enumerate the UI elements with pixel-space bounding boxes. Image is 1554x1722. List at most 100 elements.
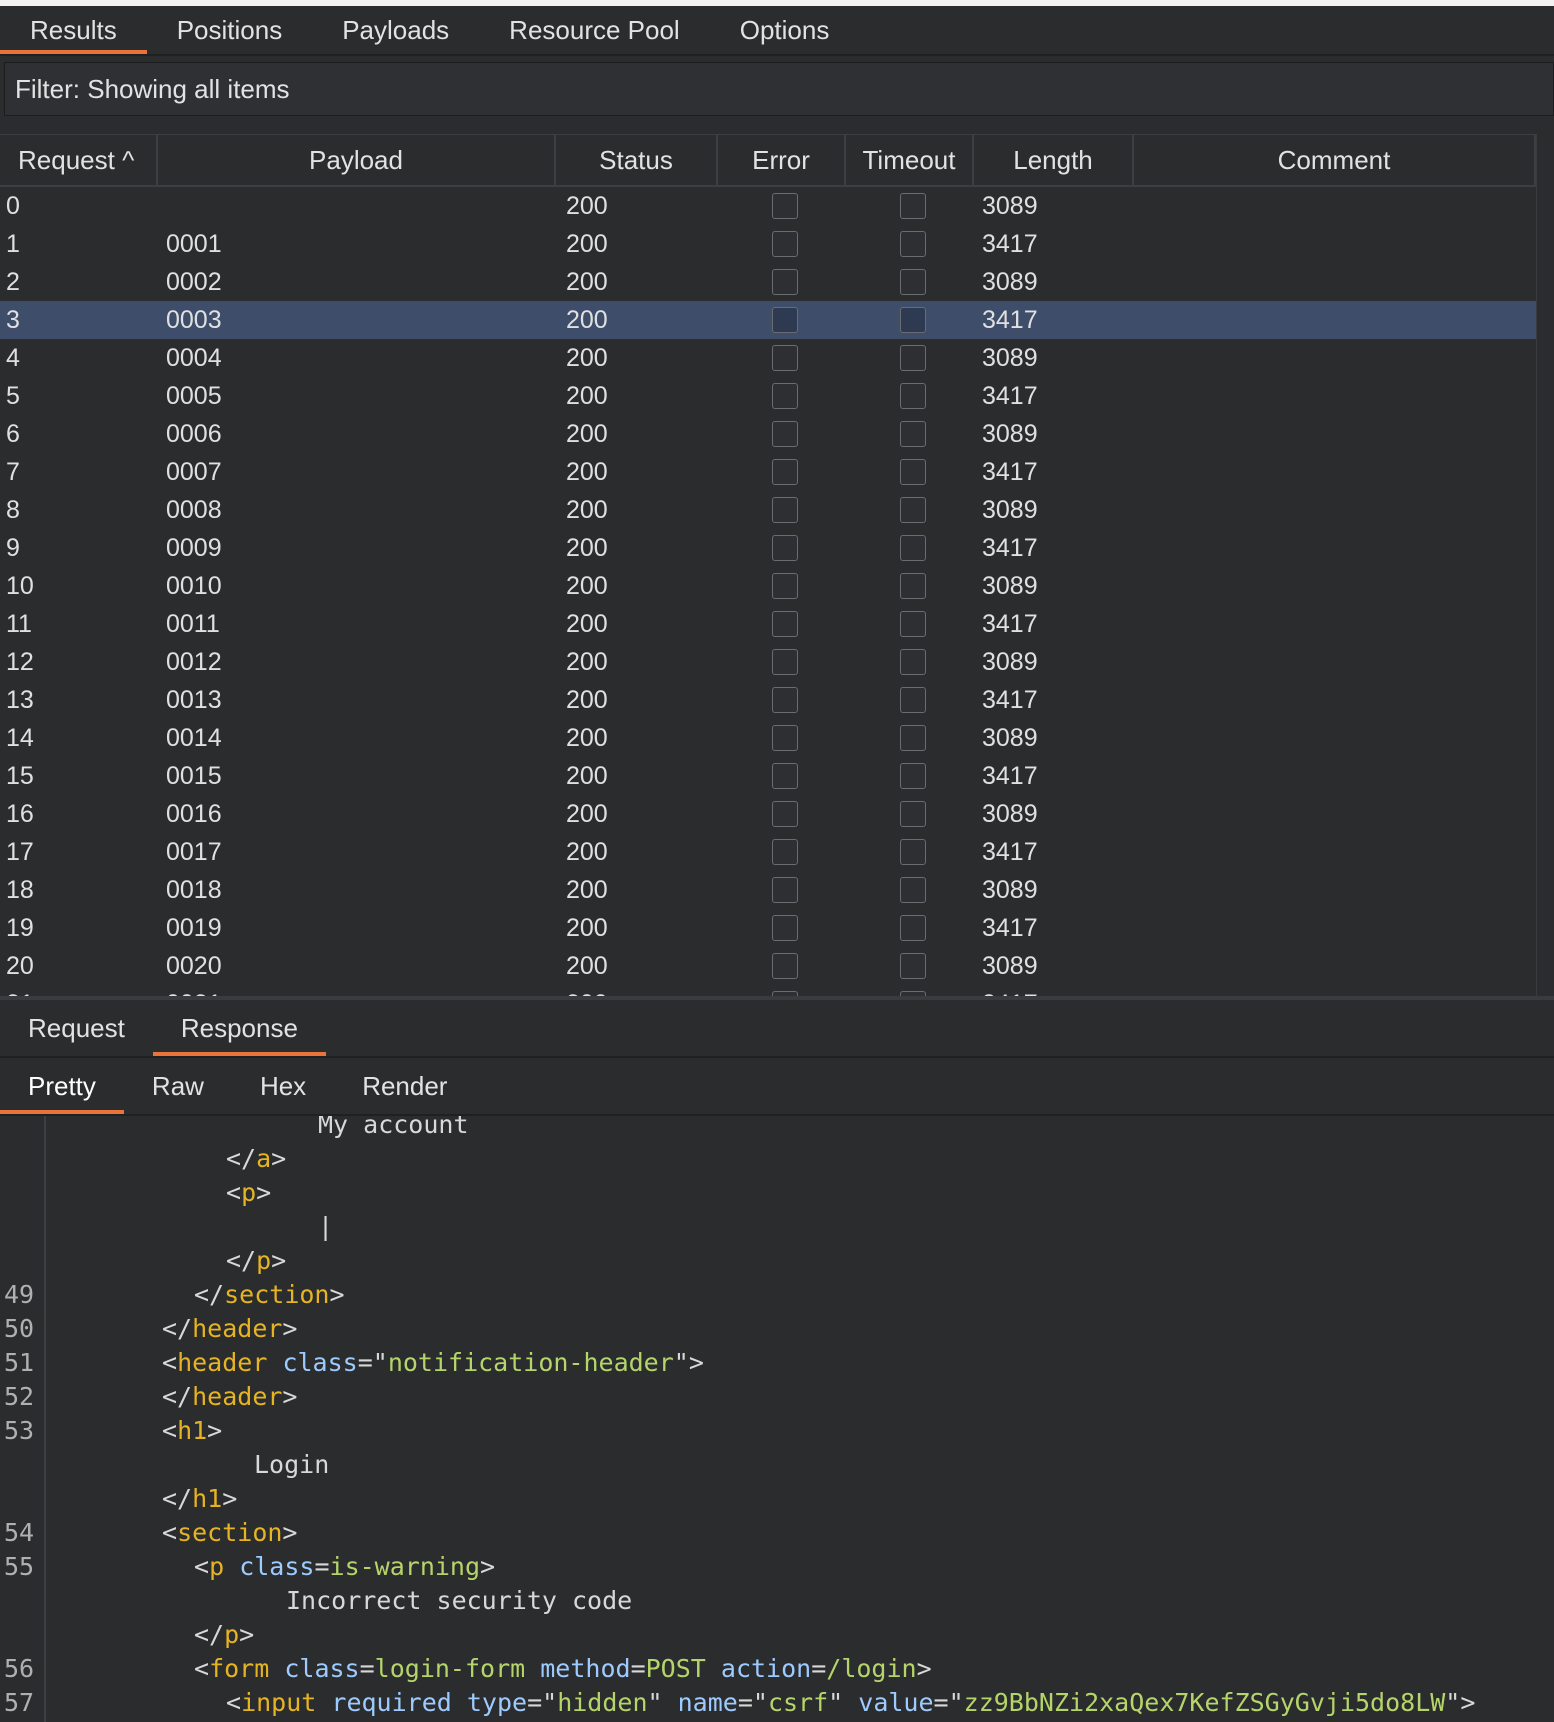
tab-raw[interactable]: Raw — [124, 1058, 232, 1114]
tab-render[interactable]: Render — [334, 1058, 475, 1114]
code-token-punc — [525, 1654, 540, 1683]
cell-length: 3417 — [982, 381, 1038, 410]
cell-error — [772, 491, 798, 529]
cell-error — [772, 339, 798, 377]
cell-length: 3417 — [982, 685, 1038, 714]
tab-request[interactable]: Request — [0, 1000, 153, 1056]
cell-status: 200 — [566, 761, 608, 790]
table-row[interactable]: 9 0009 200 3417 — [0, 529, 1536, 567]
cell-request: 14 — [6, 723, 34, 752]
code-token-str: login-form — [374, 1654, 526, 1683]
tab-results[interactable]: Results — [0, 6, 147, 54]
column-header-request[interactable]: Request ^ — [0, 135, 158, 185]
tab-hex[interactable]: Hex — [232, 1058, 334, 1114]
column-header-error[interactable]: Error — [718, 135, 846, 185]
table-scrollbar[interactable] — [1536, 134, 1554, 996]
error-checkbox — [772, 839, 798, 865]
cell-timeout — [900, 757, 926, 795]
table-row[interactable]: 2 0002 200 3089 — [0, 263, 1536, 301]
line-number: 52 — [4, 1382, 35, 1411]
cell-request: 15 — [6, 761, 34, 790]
cell-request: 19 — [6, 913, 34, 942]
code-token-tag: header — [177, 1348, 268, 1377]
table-row[interactable]: 18 0018 200 3089 — [0, 871, 1536, 909]
code-token-attr: class — [284, 1654, 360, 1683]
cell-length: 3417 — [982, 761, 1038, 790]
code-line: 53 <h1> — [0, 1414, 1554, 1448]
cell-length: 3089 — [982, 343, 1038, 372]
table-row[interactable]: 7 0007 200 3417 — [0, 453, 1536, 491]
timeout-checkbox — [900, 231, 926, 257]
timeout-checkbox — [900, 269, 926, 295]
code-token-attr: action — [720, 1654, 812, 1683]
timeout-checkbox — [900, 611, 926, 637]
code-token-tag: header — [192, 1382, 283, 1411]
tab-payloads[interactable]: Payloads — [312, 6, 479, 54]
response-editor[interactable]: My account </a> <p> | </p> 49 </section> 50 </he… — [0, 1116, 1554, 1722]
cell-timeout — [900, 187, 926, 225]
tab-pretty[interactable]: Pretty — [0, 1058, 124, 1114]
table-row[interactable]: 5 0005 200 3417 — [0, 377, 1536, 415]
table-row[interactable]: 16 0016 200 3089 — [0, 795, 1536, 833]
cell-error — [772, 833, 798, 871]
cell-payload: 0012 — [166, 647, 222, 676]
tab-positions[interactable]: Positions — [147, 6, 313, 54]
line-number: 55 — [4, 1552, 35, 1581]
cell-status: 200 — [566, 723, 608, 752]
code-token-tag: a — [256, 1144, 272, 1173]
error-checkbox — [772, 687, 798, 713]
cell-length: 3417 — [982, 229, 1038, 258]
code-token-punc: > — [916, 1654, 932, 1683]
line-number: 57 — [4, 1688, 35, 1717]
code-token-attr: required — [331, 1688, 452, 1717]
table-row[interactable]: 17 0017 200 3417 — [0, 833, 1536, 871]
cell-timeout — [900, 643, 926, 681]
column-header-status[interactable]: Status — [556, 135, 718, 185]
table-row[interactable]: 8 0008 200 3089 — [0, 491, 1536, 529]
cell-error — [772, 567, 798, 605]
error-checkbox — [772, 307, 798, 333]
column-header-payload[interactable]: Payload — [158, 135, 556, 185]
cell-payload: 0020 — [166, 951, 222, 980]
line-number: 49 — [4, 1280, 35, 1309]
table-row[interactable]: 6 0006 200 3089 — [0, 415, 1536, 453]
code-token-tag: p — [241, 1178, 257, 1207]
filter-bar[interactable]: Filter: Showing all items — [4, 62, 1554, 116]
table-row[interactable]: 1 0001 200 3417 — [0, 225, 1536, 263]
code-line: Login — [0, 1448, 1554, 1482]
code-token-punc: > — [282, 1382, 298, 1411]
table-row[interactable]: 10 0010 200 3089 — [0, 567, 1536, 605]
cell-length: 3089 — [982, 875, 1038, 904]
code-token-tag: form — [209, 1654, 270, 1683]
cell-payload: 0002 — [166, 267, 222, 296]
tab-options[interactable]: Options — [710, 6, 860, 54]
column-header-timeout[interactable]: Timeout — [846, 135, 974, 185]
cell-payload: 0009 — [166, 533, 222, 562]
table-row[interactable]: 20 0020 200 3089 — [0, 947, 1536, 985]
column-header-comment[interactable]: Comment — [1134, 135, 1536, 185]
table-row[interactable]: 0 200 3089 — [0, 187, 1536, 225]
code-token-punc: = — [314, 1552, 330, 1581]
cell-length: 3089 — [982, 799, 1038, 828]
tab-resource-pool[interactable]: Resource Pool — [479, 6, 710, 54]
table-row[interactable]: 14 0014 200 3089 — [0, 719, 1536, 757]
column-header-length[interactable]: Length — [974, 135, 1134, 185]
code-line: 49 </section> — [0, 1278, 1554, 1312]
error-checkbox — [772, 725, 798, 751]
timeout-checkbox — [900, 421, 926, 447]
table-row[interactable]: 4 0004 200 3089 — [0, 339, 1536, 377]
table-row[interactable]: 13 0013 200 3417 — [0, 681, 1536, 719]
table-row[interactable]: 12 0012 200 3089 — [0, 643, 1536, 681]
table-row[interactable]: 3 0003 200 3417 — [0, 301, 1536, 339]
tab-response[interactable]: Response — [152, 1000, 326, 1056]
cell-status: 200 — [566, 875, 608, 904]
cell-status: 200 — [566, 951, 608, 980]
table-row[interactable]: 19 0019 200 3417 — [0, 909, 1536, 947]
table-row[interactable]: 11 0011 200 3417 — [0, 605, 1536, 643]
code-text: </p> — [194, 1618, 254, 1652]
table-row[interactable]: 15 0015 200 3417 — [0, 757, 1536, 795]
code-token-tag: p — [256, 1246, 272, 1275]
cell-timeout — [900, 415, 926, 453]
cell-status: 200 — [566, 419, 608, 448]
code-token-punc: > — [222, 1484, 238, 1513]
